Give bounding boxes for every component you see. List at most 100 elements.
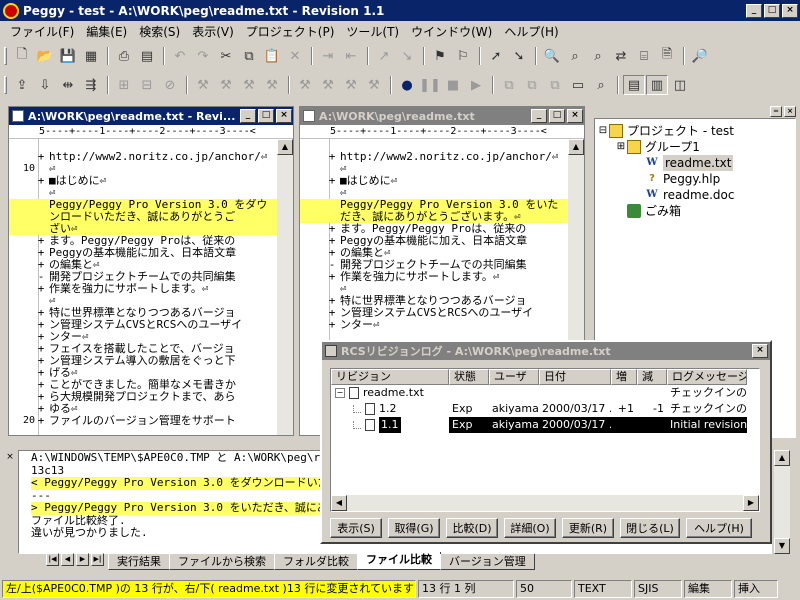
update-button[interactable]: 更新(R) [562, 518, 614, 538]
view-output-icon[interactable]: ▥ [646, 75, 668, 95]
window-cascade-icon[interactable]: ⧉ [521, 75, 543, 95]
tab-first-button[interactable]: |◀ [46, 553, 59, 566]
rebuild-icon[interactable]: ⚒ [261, 75, 283, 95]
play-macro-icon[interactable]: ▶ [465, 75, 487, 95]
grep-icon[interactable]: ⌸ [633, 46, 655, 66]
scroll-up-button[interactable]: ▲ [568, 139, 584, 155]
project-panel-close-button[interactable]: × [784, 105, 796, 117]
minimize-button[interactable]: _ [746, 3, 762, 18]
check-in-icon[interactable]: ⇪ [11, 75, 33, 95]
project-panel-dock-button[interactable]: ═ [770, 105, 782, 117]
compare-button[interactable]: 比較(D) [446, 518, 498, 538]
revision-list[interactable]: リビジョン 状態 ユーザ 日付増減ログメッセージ − readme.txt チェックインの… [330, 368, 760, 512]
editor-right-minimize-button[interactable]: _ [531, 109, 547, 123]
scroll-up-button[interactable]: ▲ [277, 139, 293, 155]
compile-icon[interactable]: ⚒ [215, 75, 237, 95]
revision-column-header[interactable]: ログメッセージ [667, 369, 747, 385]
check-out-icon[interactable]: ⇩ [34, 75, 56, 95]
stop-icon[interactable]: ⊘ [159, 75, 181, 95]
tool3-icon[interactable]: ⚒ [340, 75, 362, 95]
app-titlebar[interactable]: Peggy - test - A:\WORK\peg\readme.txt - … [0, 0, 800, 21]
jump-back-icon[interactable]: ↘ [396, 46, 418, 66]
output-vscrollbar[interactable]: ▲ ▼ [774, 450, 790, 554]
tab-next-button[interactable]: ▶ [76, 553, 89, 566]
menu-edit[interactable]: 編集(E) [80, 23, 133, 40]
print-icon[interactable]: ⎙ [113, 46, 135, 66]
details-button[interactable]: 詳細(O) [504, 518, 556, 538]
tag-jump-icon[interactable]: ➚ [485, 46, 507, 66]
editor-right-close-button[interactable]: × [567, 109, 583, 123]
editor-left-close-button[interactable]: × [276, 109, 292, 123]
editor-left-minimize-button[interactable]: _ [240, 109, 256, 123]
get-button[interactable]: 取得(G) [388, 518, 440, 538]
tree-expander[interactable]: ⊞ [615, 139, 627, 155]
editor-window-left[interactable]: A:\WORK\peg\readme.txt - Revi... _ □ × 5… [8, 106, 294, 436]
outdent-icon[interactable]: ⇤ [340, 46, 362, 66]
menu-window[interactable]: ウインドウ(W) [405, 23, 498, 40]
revision-column-header[interactable]: 日付 [539, 369, 611, 385]
close-dialog-button[interactable]: 閉じる(L) [620, 518, 680, 538]
editor-left-vscrollbar[interactable]: ▲ [277, 139, 293, 435]
view-project-icon[interactable]: ▤ [623, 75, 645, 95]
replace-icon[interactable]: ⇄ [610, 46, 632, 66]
tab-last-button[interactable]: ▶| [91, 553, 104, 566]
version-log-icon[interactable]: ⇶ [80, 75, 102, 95]
menu-project[interactable]: プロジェクト(P) [240, 23, 341, 40]
revision-list-hscrollbar[interactable]: ◀ ▶ [331, 495, 759, 511]
editor-right-titlebar[interactable]: A:\WORK\peg\readme.txt _ □ × [300, 107, 584, 125]
zoom-icon[interactable]: 🔎 [689, 46, 711, 66]
editor-left-titlebar[interactable]: A:\WORK\peg\readme.txt - Revi... _ □ × [9, 107, 293, 125]
menu-file[interactable]: ファイル(F) [4, 23, 80, 40]
paste-icon[interactable]: 📋 [261, 46, 283, 66]
tree-expander[interactable]: ⊟ [597, 123, 609, 139]
editor-left-lines[interactable]: + http://www2.noritz.co.jp/anchor/⏎ 10 ⏎ + ■は… [9, 139, 277, 435]
menu-search[interactable]: 検索(S) [133, 23, 186, 40]
help-button[interactable]: ヘルプ(H) [686, 518, 752, 538]
show-button[interactable]: 表示(S) [330, 518, 382, 538]
indent-icon[interactable]: ⇥ [317, 46, 339, 66]
open-folder-icon[interactable]: 📂 [34, 46, 56, 66]
new-file-icon[interactable]: 🗋 [11, 46, 33, 66]
tree-node[interactable]: ⊟ プロジェクト - test [597, 123, 793, 139]
menu-tools[interactable]: ツール(T) [340, 23, 405, 40]
window-list-icon[interactable]: ▭ [567, 75, 589, 95]
scroll-left-button[interactable]: ◀ [331, 495, 347, 511]
save-all-icon[interactable]: ▦ [80, 46, 102, 66]
record-macro-icon[interactable]: ● [396, 75, 418, 95]
revision-row[interactable]: − readme.txt チェックインのテ [331, 385, 759, 401]
tree-node[interactable]: ⊞ グループ1 [597, 139, 793, 155]
tool1-icon[interactable]: ⚒ [294, 75, 316, 95]
find-next-icon[interactable]: ⌕ [564, 46, 586, 66]
output-tab[interactable]: バージョン管理 [440, 554, 535, 570]
revision-row[interactable]: 1.2 Exp akiyama2000/03/17 ... +1 -1 チェックインのテ [331, 401, 759, 417]
tree-node[interactable]: Wreadme.txt [597, 155, 793, 171]
copy-icon[interactable]: ⧉ [238, 46, 260, 66]
revision-column-header[interactable]: リビジョン [331, 369, 449, 385]
rcs-dialog-close-button[interactable]: × [752, 344, 768, 358]
output-tab[interactable]: ファイル比較 [357, 552, 441, 570]
find-icon[interactable]: 🔍 [541, 46, 563, 66]
tree-node[interactable]: ごみ箱 [597, 203, 793, 219]
revision-column-header[interactable]: 状態 [449, 369, 489, 385]
delete-icon[interactable]: ✕ [284, 46, 306, 66]
bookmark-clear-icon[interactable]: ⚐ [452, 46, 474, 66]
undo-icon[interactable]: ↶ [169, 46, 191, 66]
peggy-app-icon[interactable] [3, 2, 19, 19]
window-search-icon[interactable]: ⌕ [590, 75, 612, 95]
tag-back-icon[interactable]: ➘ [508, 46, 530, 66]
revision-icon[interactable]: ⊞ [113, 75, 135, 95]
revision-column-header[interactable]: 増 [611, 369, 637, 385]
output-tab[interactable]: 実行結果 [108, 554, 170, 570]
cut-icon[interactable]: ✂ [215, 46, 237, 66]
find-in-files-icon[interactable]: 🗎 [656, 46, 678, 66]
scroll-down-button[interactable]: ▼ [774, 538, 790, 554]
build-icon[interactable]: ⚒ [192, 75, 214, 95]
toolbar-grip[interactable] [4, 76, 7, 94]
editor-left-text-area[interactable]: + http://www2.noritz.co.jp/anchor/⏎ 10 ⏎ + ■は… [9, 139, 293, 435]
redo-icon[interactable]: ↷ [192, 46, 214, 66]
rcs-revision-log-dialog[interactable]: RCSリビジョンログ - A:\WORK\peg\readme.txt × リビ… [320, 340, 772, 544]
link-icon[interactable]: ⚒ [238, 75, 260, 95]
stop-macro-icon[interactable]: ■ [442, 75, 464, 95]
scroll-up-button[interactable]: ▲ [774, 450, 790, 466]
revision-column-header[interactable]: ユーザ [489, 369, 539, 385]
